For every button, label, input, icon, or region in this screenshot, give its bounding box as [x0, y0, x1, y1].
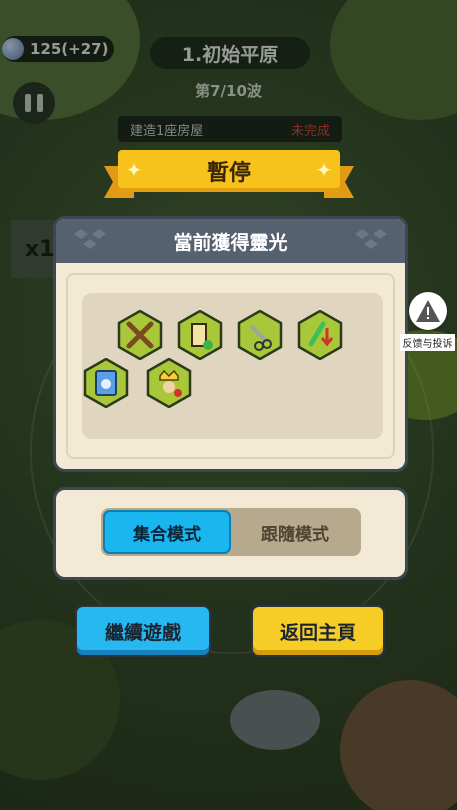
king-recruit-icon[interactable] — [146, 358, 192, 408]
diamond-deco-icon — [74, 229, 106, 249]
rabbit-card-icon[interactable] — [83, 358, 129, 408]
gather-mode-button[interactable]: 集合模式 — [103, 510, 231, 554]
pause-title: 暫停 — [118, 150, 340, 192]
diamond-deco-icon — [355, 229, 387, 249]
follow-mode-button[interactable]: 跟隨模式 — [231, 510, 359, 554]
mode-toggle: 集合模式 跟隨模式 — [101, 508, 361, 556]
scissors-tool-icon[interactable] — [237, 310, 283, 360]
mode-panel: 集合模式 跟隨模式 — [53, 487, 408, 580]
sword-downgrade-icon[interactable] — [297, 310, 343, 360]
warning-icon — [408, 292, 447, 330]
aura-title: 當前獲得靈光 — [173, 231, 288, 254]
tower-upgrade-icon[interactable] — [177, 310, 223, 360]
aura-panel-header: 當前獲得靈光 — [56, 219, 405, 263]
feedback-button[interactable]: 反馈与投诉 — [400, 292, 455, 351]
pause-ribbon: 暫停 ✦ ✦ — [104, 150, 354, 198]
sparkle-icon: ✦ — [315, 158, 333, 182]
feedback-label: 反馈与投诉 — [400, 334, 455, 351]
continue-game-button[interactable]: 繼續遊戲 — [75, 605, 211, 657]
crossed-swords-icon[interactable] — [117, 310, 163, 360]
return-home-button[interactable]: 返回主頁 — [251, 605, 385, 657]
sparkle-icon: ✦ — [125, 158, 143, 182]
aura-panel: 當前獲得靈光 — [53, 216, 408, 472]
